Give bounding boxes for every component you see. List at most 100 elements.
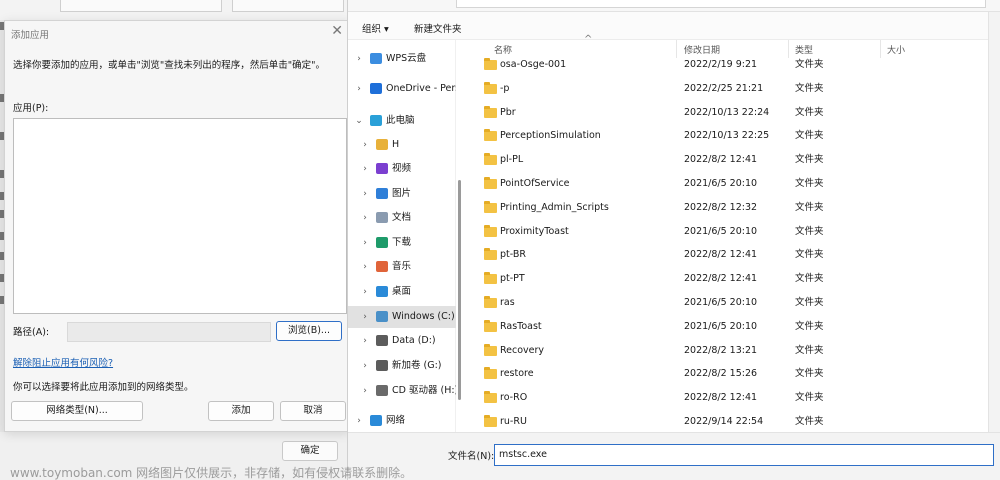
file-row[interactable]: osa-Osge-001 2022/2/19 9:21 文件夹 bbox=[476, 54, 946, 76]
add-button[interactable]: 添加 bbox=[208, 401, 274, 421]
file-row[interactable]: ras 2021/6/5 20:10 文件夹 bbox=[476, 292, 946, 314]
nav-item[interactable]: › CD 驱动器 (H:) bbox=[348, 380, 456, 402]
folder-icon bbox=[484, 296, 497, 308]
file-type: 文件夹 bbox=[795, 82, 824, 94]
chevron-right-icon[interactable]: › bbox=[360, 207, 370, 229]
file-type: 文件夹 bbox=[795, 392, 824, 404]
file-row[interactable]: restore 2022/8/2 15:26 文件夹 bbox=[476, 363, 946, 385]
address-bar-area bbox=[348, 0, 1000, 12]
file-row[interactable]: Pbr 2022/10/13 22:24 文件夹 bbox=[476, 102, 946, 124]
ok-button[interactable]: 确定 bbox=[282, 441, 338, 461]
file-name: RasToast bbox=[500, 320, 542, 332]
nav-item-label: 此电脑 bbox=[386, 115, 415, 126]
download-icon bbox=[376, 237, 388, 248]
chevron-down-icon[interactable]: ⌄ bbox=[354, 110, 364, 132]
file-name: pt-BR bbox=[500, 249, 526, 261]
nav-item[interactable]: ⌄ 此电脑 bbox=[348, 110, 456, 132]
file-row[interactable]: pl-PL 2022/8/2 12:41 文件夹 bbox=[476, 149, 946, 171]
chevron-right-icon[interactable]: › bbox=[360, 256, 370, 278]
file-date: 2021/6/5 20:10 bbox=[684, 297, 758, 308]
nav-item[interactable]: › 新加卷 (G:) bbox=[348, 355, 456, 377]
path-input[interactable] bbox=[67, 322, 271, 342]
organize-label: 组织 bbox=[362, 24, 382, 35]
nav-item[interactable]: › H bbox=[348, 134, 456, 156]
nav-item-label: WPS云盘 bbox=[386, 53, 427, 64]
nav-scrollbar[interactable] bbox=[458, 180, 461, 400]
document-icon bbox=[376, 212, 388, 223]
nav-item[interactable]: › Windows (C:) bbox=[348, 306, 456, 328]
file-date: 2022/8/2 15:26 bbox=[684, 368, 758, 380]
chevron-right-icon[interactable]: › bbox=[360, 306, 370, 328]
file-row[interactable]: ru-RU 2022/9/14 22:54 文件夹 bbox=[476, 411, 946, 433]
risk-link[interactable]: 解除阻止应用有何风险? bbox=[13, 355, 113, 369]
nav-item[interactable]: › 网络 bbox=[348, 410, 456, 432]
close-icon[interactable]: ✕ bbox=[331, 23, 343, 39]
nav-item[interactable]: › OneDrive - Pers bbox=[348, 78, 456, 100]
chevron-right-icon[interactable]: › bbox=[354, 78, 364, 100]
file-type: 文件夹 bbox=[795, 201, 824, 213]
dialog-instruction: 选择你要添加的应用，或单击"浏览"查找未列出的程序，然后单击"确定"。 bbox=[13, 60, 325, 71]
chevron-right-icon[interactable]: › bbox=[360, 158, 370, 180]
nav-item[interactable]: › WPS云盘 bbox=[348, 48, 456, 70]
filename-input[interactable]: mstsc.exe bbox=[494, 444, 994, 466]
file-name: ProximityToast bbox=[500, 225, 569, 237]
nav-item[interactable]: › 文档 bbox=[348, 207, 456, 229]
file-name: PointOfService bbox=[500, 178, 570, 189]
file-date: 2022/8/2 12:41 bbox=[684, 154, 758, 166]
app-list[interactable] bbox=[13, 118, 347, 314]
nav-item[interactable]: › 桌面 bbox=[348, 281, 456, 303]
file-row[interactable]: ro-RO 2022/8/2 12:41 文件夹 bbox=[476, 387, 946, 409]
nav-item[interactable]: › 视频 bbox=[348, 158, 456, 180]
chevron-right-icon[interactable]: › bbox=[360, 281, 370, 303]
list-scrollbar[interactable] bbox=[988, 12, 1000, 432]
folder-icon bbox=[484, 177, 497, 189]
nav-item[interactable]: › Data (D:) bbox=[348, 330, 456, 352]
computer-icon bbox=[370, 115, 382, 126]
folder-icon bbox=[484, 224, 497, 237]
file-type: 文件夹 bbox=[795, 106, 824, 118]
file-row[interactable]: pt-BR 2022/8/2 12:41 文件夹 bbox=[476, 244, 946, 266]
network-icon bbox=[370, 415, 382, 426]
file-row[interactable]: Printing_Admin_Scripts 2022/8/2 12:32 文件夹 bbox=[476, 197, 946, 219]
nav-item[interactable]: › 图片 bbox=[348, 183, 456, 205]
browse-button[interactable]: 浏览(B)... bbox=[276, 321, 342, 341]
file-name: ru-RU bbox=[500, 416, 527, 427]
chevron-right-icon[interactable]: › bbox=[360, 355, 370, 377]
chevron-right-icon[interactable]: › bbox=[360, 232, 370, 254]
chevron-right-icon[interactable]: › bbox=[360, 330, 370, 352]
folder-icon bbox=[484, 415, 497, 427]
folder-icon bbox=[484, 319, 497, 332]
file-row[interactable]: Recovery 2022/8/2 13:21 文件夹 bbox=[476, 340, 946, 362]
nav-item[interactable]: › 音乐 bbox=[348, 256, 456, 278]
chevron-right-icon[interactable]: › bbox=[360, 183, 370, 205]
file-type: 文件夹 bbox=[795, 249, 824, 261]
file-date: 2022/8/2 13:21 bbox=[684, 344, 758, 356]
new-folder-button[interactable]: 新建文件夹 bbox=[414, 21, 462, 35]
file-type: 文件夹 bbox=[795, 225, 824, 237]
file-row[interactable]: PerceptionSimulation 2022/10/13 22:25 文件夹 bbox=[476, 125, 946, 147]
app-list-label: 应用(P): bbox=[13, 103, 49, 114]
chevron-right-icon[interactable]: › bbox=[360, 380, 370, 402]
chevron-right-icon[interactable]: › bbox=[360, 134, 370, 156]
file-row[interactable]: pt-PT 2022/8/2 12:41 文件夹 bbox=[476, 268, 946, 290]
nav-item-label: H bbox=[392, 139, 400, 150]
file-name: pl-PL bbox=[500, 154, 524, 166]
cancel-button[interactable]: 取消 bbox=[280, 401, 346, 421]
network-type-button[interactable]: 网络类型(N)... bbox=[11, 401, 143, 421]
file-row[interactable]: ProximityToast 2021/6/5 20:10 文件夹 bbox=[476, 221, 946, 243]
chevron-right-icon[interactable]: › bbox=[354, 410, 364, 432]
organize-button[interactable]: 组织 ▾ bbox=[362, 21, 389, 35]
file-name: Printing_Admin_Scripts bbox=[500, 201, 609, 213]
file-row[interactable]: RasToast 2021/6/5 20:10 文件夹 bbox=[476, 316, 946, 338]
file-row[interactable]: -p 2022/2/25 21:21 文件夹 bbox=[476, 78, 946, 100]
nav-item[interactable]: › 下载 bbox=[348, 232, 456, 254]
user-folder-icon bbox=[376, 139, 388, 150]
file-name: PerceptionSimulation bbox=[500, 130, 601, 142]
file-name: restore bbox=[500, 368, 534, 380]
chevron-right-icon[interactable]: › bbox=[354, 48, 364, 70]
file-name: ras bbox=[500, 297, 515, 308]
address-bar[interactable] bbox=[456, 0, 986, 8]
file-type: 文件夹 bbox=[795, 320, 824, 332]
file-row[interactable]: PointOfService 2021/6/5 20:10 文件夹 bbox=[476, 173, 946, 195]
file-date: 2021/6/5 20:10 bbox=[684, 178, 758, 189]
